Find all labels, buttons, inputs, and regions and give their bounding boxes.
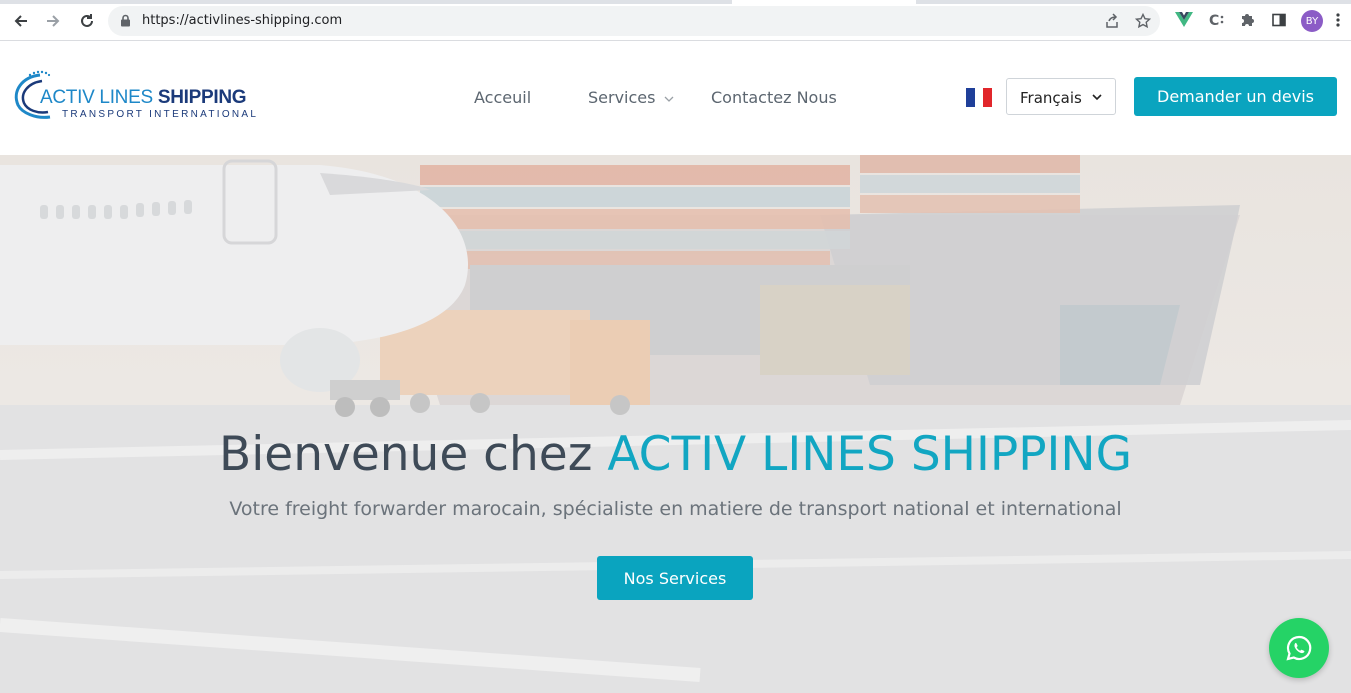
hero-title: Bienvenue chez ACTIV LINES SHIPPING (219, 427, 1132, 482)
url-text[interactable]: https://activlines-shipping.com (142, 13, 342, 28)
hero-background-image (0, 155, 1351, 693)
nav-link-services[interactable]: Services (588, 88, 674, 107)
address-bar[interactable]: https://activlines-shipping.com (108, 6, 1160, 36)
site-header: ACTIV LINES SHIPPING TRANSPORT INTERNATI… (0, 41, 1351, 155)
reload-icon[interactable] (76, 10, 98, 32)
browser-toolbar: https://activlines-shipping.com C BY (0, 0, 1351, 41)
back-icon[interactable] (10, 10, 32, 32)
hero-section: Bienvenue chez ACTIV LINES SHIPPING Votr… (0, 155, 1351, 693)
forward-icon[interactable] (42, 10, 64, 32)
nav-link-contact[interactable]: Contactez Nous (711, 88, 837, 107)
extensions-puzzle-icon[interactable] (1237, 10, 1257, 30)
share-icon[interactable] (1103, 12, 1121, 30)
profile-avatar[interactable]: BY (1301, 10, 1323, 32)
logo[interactable]: ACTIV LINES SHIPPING TRANSPORT INTERNATI… (12, 69, 256, 125)
nav-link-acceuil[interactable]: Acceuil (474, 88, 531, 107)
logo-title: ACTIV LINES SHIPPING (40, 87, 247, 108)
bookmark-star-icon[interactable] (1134, 12, 1152, 30)
request-quote-button[interactable]: Demander un devis (1134, 77, 1337, 116)
chevron-down-icon (664, 96, 674, 102)
language-selected: Français (1020, 89, 1082, 107)
hero-subtitle: Votre freight forwarder marocain, spécia… (229, 498, 1122, 520)
tab-strip (0, 0, 1351, 4)
france-flag-icon (966, 88, 993, 107)
lock-icon[interactable] (120, 14, 131, 32)
logo-subtitle: TRANSPORT INTERNATIONAL (62, 109, 259, 120)
language-select[interactable]: Français (1006, 78, 1116, 115)
whatsapp-button[interactable] (1269, 618, 1329, 678)
nav-link-services-label: Services (588, 88, 656, 107)
extension-c-icon[interactable]: C (1206, 10, 1226, 30)
our-services-button[interactable]: Nos Services (597, 556, 753, 600)
svg-text:C: C (1209, 13, 1219, 29)
vue-devtools-icon[interactable] (1174, 10, 1194, 30)
side-panel-icon[interactable] (1269, 10, 1289, 30)
chevron-down-icon (1091, 90, 1103, 108)
kebab-menu-icon[interactable] (1328, 10, 1348, 30)
whatsapp-icon (1286, 635, 1312, 661)
